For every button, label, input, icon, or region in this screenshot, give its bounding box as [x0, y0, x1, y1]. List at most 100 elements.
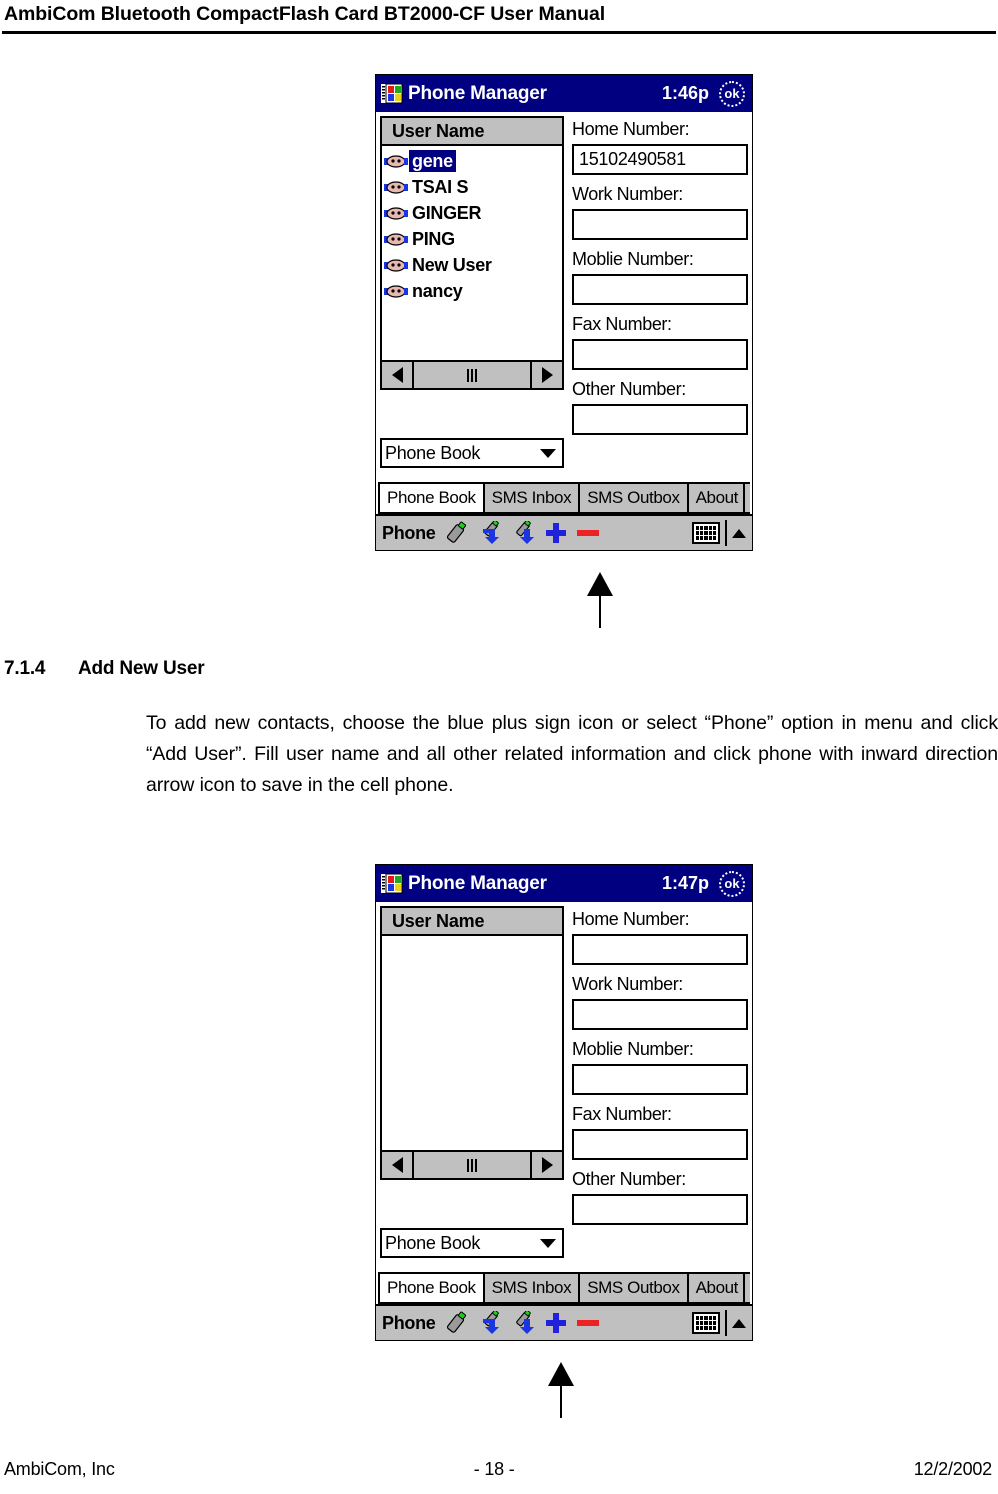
page-header: AmbiCom Bluetooth CompactFlash Card BT20…: [0, 0, 998, 34]
contact-icon: [384, 283, 408, 300]
phonebook-source-dropdown[interactable]: Phone Book: [380, 1228, 564, 1258]
user-list[interactable]: gene TSAI S GINGER PING New User nancy: [380, 146, 564, 362]
scrollbar-track[interactable]: [414, 362, 530, 388]
mobile-number-field[interactable]: [572, 274, 748, 305]
phone-icon[interactable]: [446, 520, 474, 546]
tab-sms-inbox[interactable]: SMS Inbox: [482, 482, 581, 512]
dropdown-value: Phone Book: [385, 1232, 481, 1253]
user-list-column: User Name gene TSAI S GINGER PING New Us…: [378, 116, 564, 468]
footer-company: AmbiCom, Inc: [4, 1459, 115, 1479]
triangle-left-icon: [391, 1157, 403, 1173]
user-list-empty[interactable]: [380, 936, 564, 1152]
delete-minus-icon[interactable]: [574, 1310, 602, 1336]
phone-send-arrow-icon[interactable]: [510, 1310, 538, 1336]
phone-menu-button[interactable]: Phone: [382, 523, 436, 544]
pda-screenshot-phone-manager-existing-users: Phone Manager 1:46p ok User Name gene TS…: [375, 74, 753, 551]
phone-manager-book-icon: [381, 83, 403, 104]
keyboard-icon[interactable]: [692, 522, 720, 544]
list-item-label: PING: [412, 229, 455, 249]
tab-phone-book[interactable]: Phone Book: [378, 482, 485, 512]
tab-about[interactable]: About: [686, 482, 748, 512]
section-number: 7.1.4: [4, 658, 46, 679]
key: [696, 526, 700, 530]
fax-number-field[interactable]: [572, 339, 748, 370]
tab-sms-outbox[interactable]: SMS Outbox: [578, 482, 689, 512]
callout-arrow-to-plus-icon: [548, 1362, 574, 1418]
contact-icon: [384, 257, 408, 274]
home-number-field[interactable]: [572, 934, 748, 965]
clock: 1:47p: [661, 873, 709, 893]
list-item[interactable]: nancy: [382, 278, 562, 304]
home-number-field[interactable]: 15102490581: [572, 144, 748, 175]
phonebook-source-dropdown[interactable]: Phone Book: [380, 438, 564, 468]
key: [696, 1321, 700, 1325]
phone-receive-arrow-icon[interactable]: [478, 520, 506, 546]
scrollbar-thumb[interactable]: [414, 362, 530, 388]
key: [708, 536, 712, 540]
scrollbar-thumb[interactable]: [414, 1152, 530, 1178]
number-fields-column: Home Number: 15102490581 Work Number: Mo…: [564, 116, 750, 468]
ok-button[interactable]: ok: [719, 870, 745, 897]
scrollbar-track[interactable]: [414, 1152, 530, 1178]
footer-date: 12/2/2002: [913, 1459, 992, 1479]
contact-icon: [384, 153, 408, 170]
list-item[interactable]: gene: [382, 148, 562, 174]
other-number-field[interactable]: [572, 1194, 748, 1225]
scroll-left-button[interactable]: [382, 1152, 414, 1178]
command-bar-divider: [725, 1310, 727, 1336]
triangle-right-icon: [541, 367, 553, 383]
phone-send-arrow-icon[interactable]: [510, 520, 538, 546]
work-number-field[interactable]: [572, 999, 748, 1030]
other-number-field[interactable]: [572, 404, 748, 435]
plus-glyph: [544, 1311, 568, 1335]
horizontal-scrollbar[interactable]: [380, 362, 564, 390]
key: [696, 1326, 700, 1330]
tab-sms-inbox[interactable]: SMS Inbox: [482, 1272, 581, 1302]
chevron-up-icon[interactable]: [732, 1318, 746, 1328]
add-plus-icon[interactable]: [542, 1310, 570, 1336]
chevron-up-icon[interactable]: [732, 528, 746, 538]
phone-menu-button[interactable]: Phone: [382, 1313, 436, 1334]
tab-about[interactable]: About: [686, 1272, 748, 1302]
list-item-label: nancy: [412, 281, 463, 301]
add-plus-icon[interactable]: [542, 520, 570, 546]
phone-receive-arrow-icon[interactable]: [478, 1310, 506, 1336]
window-title: Phone Manager: [408, 872, 547, 894]
keyboard-icon[interactable]: [692, 1312, 720, 1334]
ok-button[interactable]: ok: [719, 80, 745, 107]
phone-icon[interactable]: [446, 1310, 474, 1336]
key: [712, 1316, 716, 1320]
tab-bar: Phone Book SMS Inbox SMS Outbox About: [378, 1272, 750, 1304]
pda-screenshot-phone-manager-new-user: Phone Manager 1:47p ok User Name Phone B…: [375, 864, 753, 1341]
header-divider: [2, 31, 996, 34]
titlebar: Phone Manager 1:47p ok: [376, 865, 752, 902]
user-list-header: User Name: [380, 116, 564, 146]
list-item-label: New User: [412, 255, 492, 275]
key: [696, 536, 700, 540]
horizontal-scrollbar[interactable]: [380, 1152, 564, 1180]
list-item-label: TSAI S: [412, 177, 469, 197]
mobile-number-label: Moblie Number:: [572, 249, 694, 269]
fax-number-field[interactable]: [572, 1129, 748, 1160]
tab-sms-outbox[interactable]: SMS Outbox: [578, 1272, 689, 1302]
list-item[interactable]: New User: [382, 252, 562, 278]
scroll-right-button[interactable]: [530, 1152, 562, 1178]
key: [712, 1326, 716, 1330]
key: [712, 1321, 716, 1325]
list-item[interactable]: GINGER: [382, 200, 562, 226]
grip-line: [475, 1158, 477, 1172]
work-number-field[interactable]: [572, 209, 748, 240]
key: [712, 536, 716, 540]
chevron-down-icon: [540, 1238, 556, 1248]
mobile-number-field[interactable]: [572, 1064, 748, 1095]
titlebar: Phone Manager 1:46p ok: [376, 75, 752, 112]
tab-phone-book[interactable]: Phone Book: [378, 1272, 485, 1302]
key: [708, 1321, 712, 1325]
delete-minus-icon[interactable]: [574, 520, 602, 546]
tab-bar-filler: [743, 482, 750, 512]
scroll-left-button[interactable]: [382, 362, 414, 388]
scroll-right-button[interactable]: [530, 362, 562, 388]
list-item[interactable]: PING: [382, 226, 562, 252]
list-item[interactable]: TSAI S: [382, 174, 562, 200]
tab-bar-filler: [743, 1272, 750, 1302]
